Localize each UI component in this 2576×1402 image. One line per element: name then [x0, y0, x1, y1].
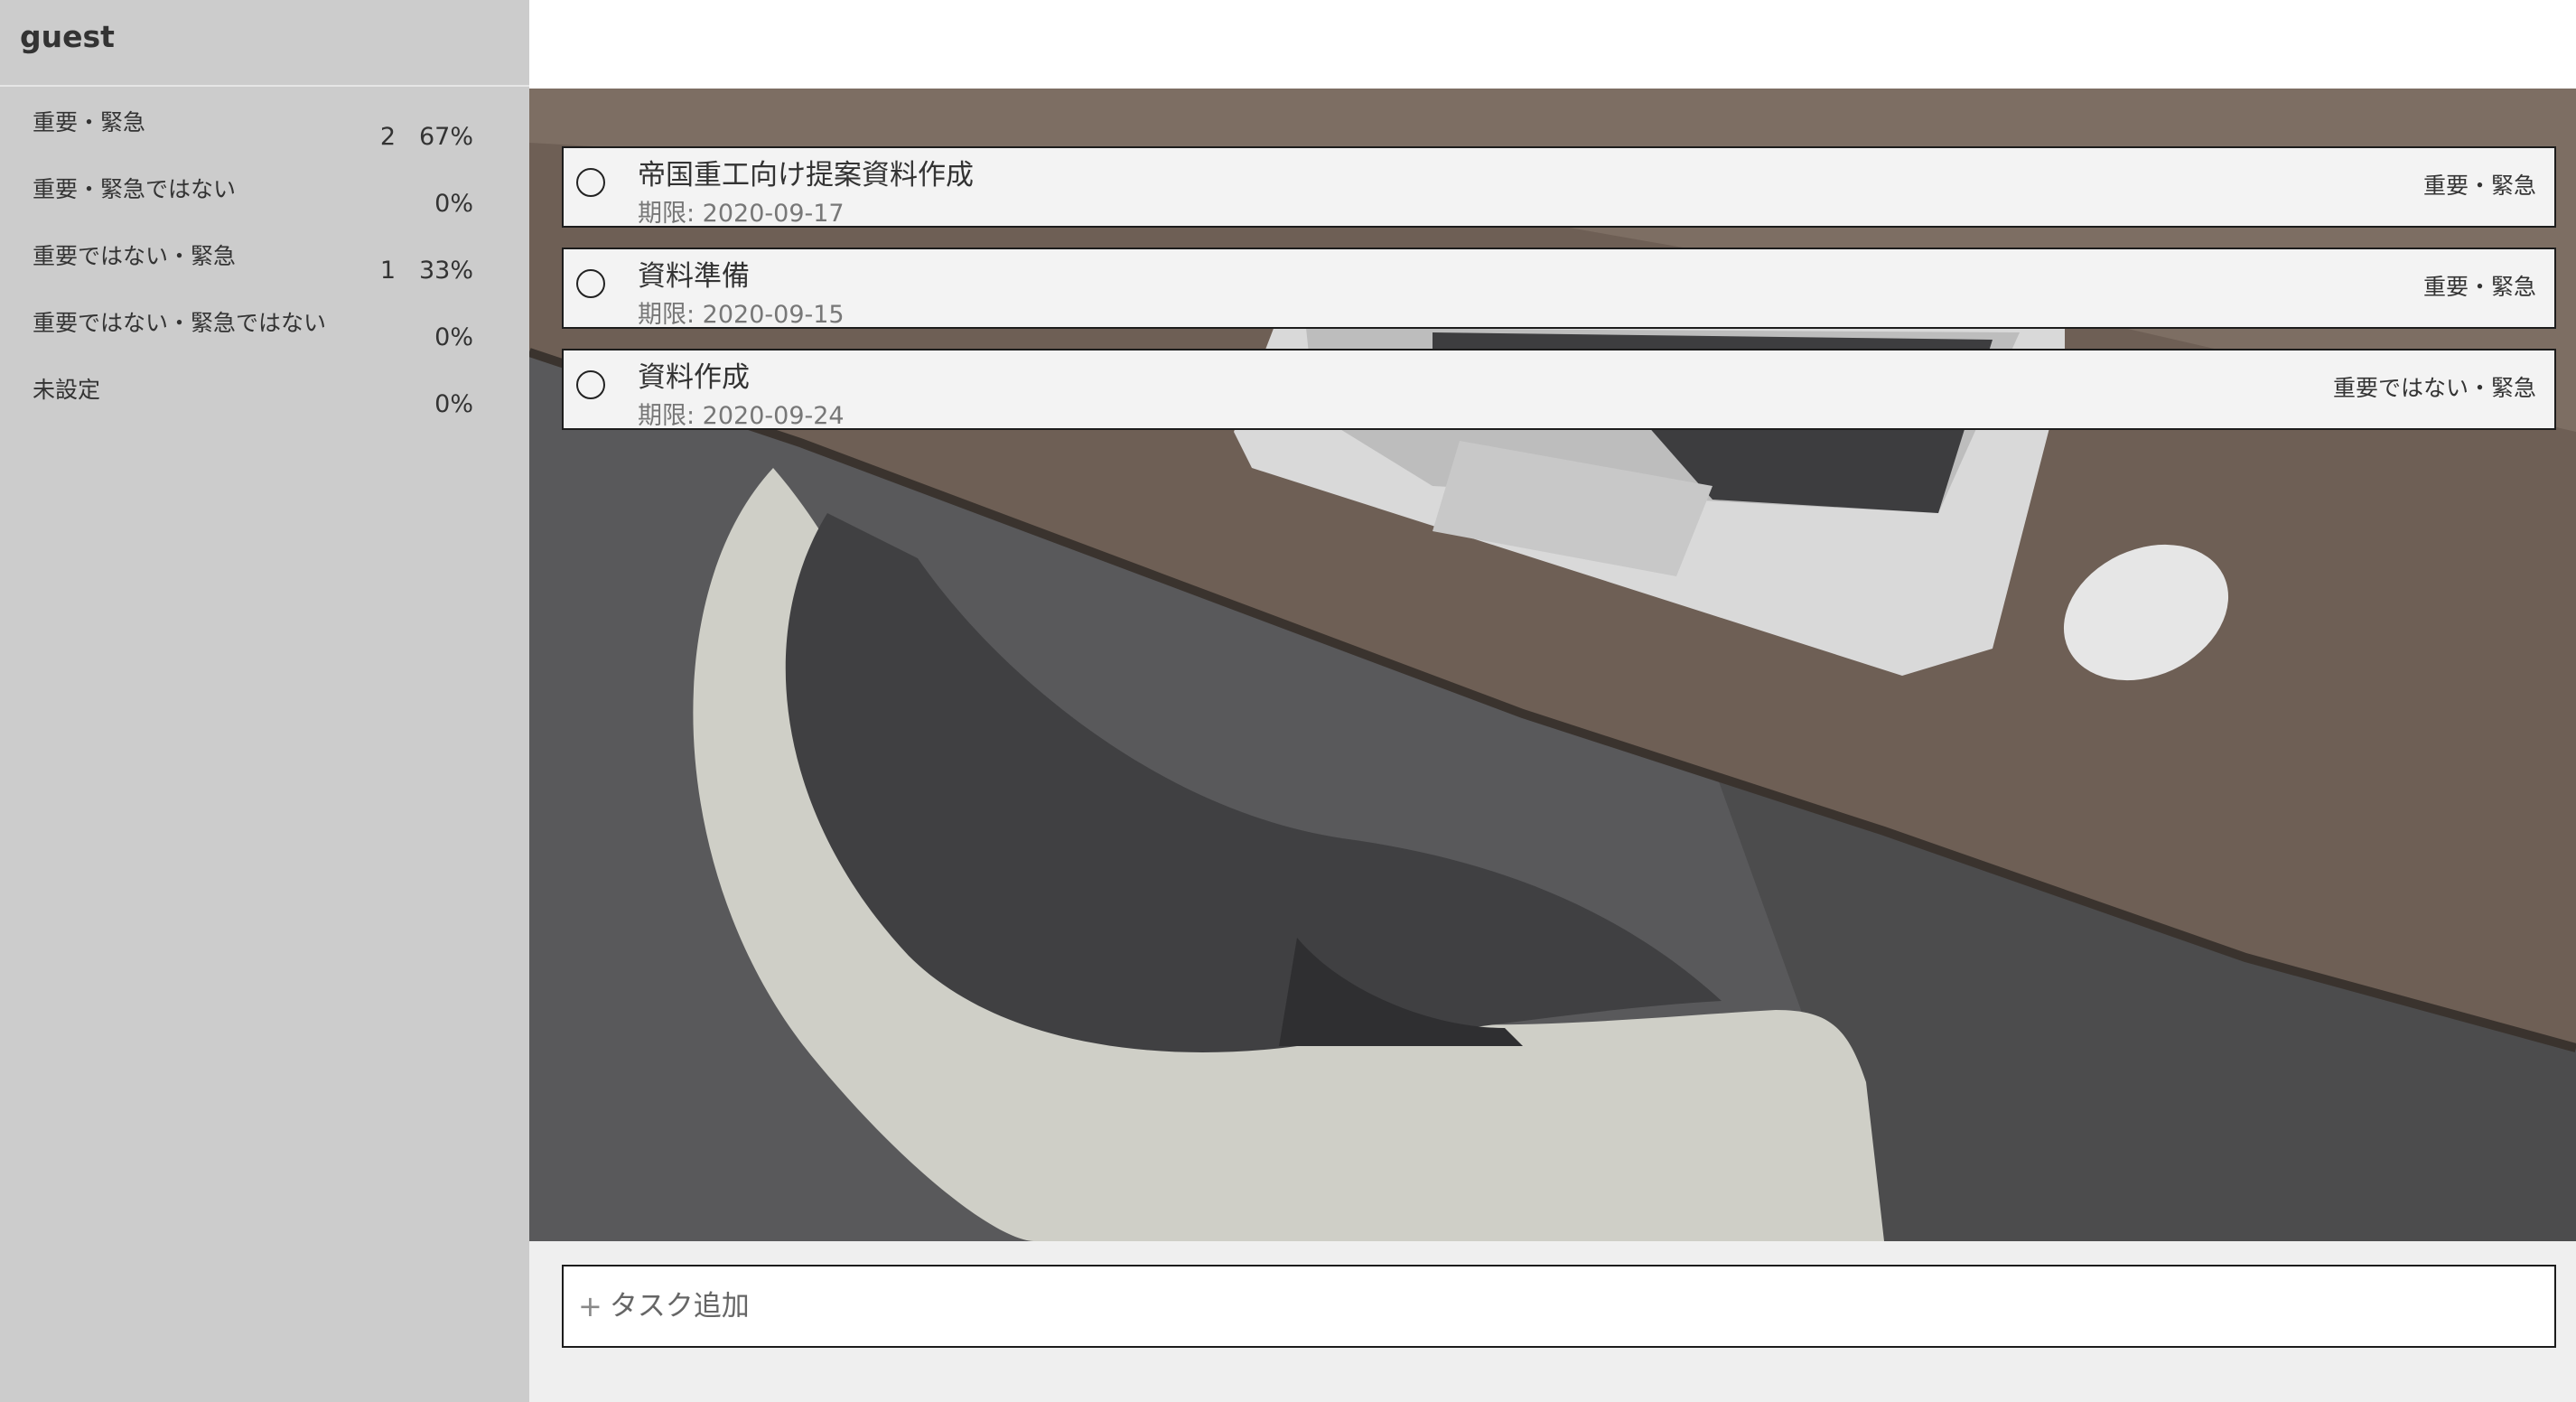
task-title: 資料作成: [638, 361, 750, 394]
task-item[interactable]: 帝国重工向け提案資料作成 期限: 2020-09-17 重要・緊急: [562, 146, 2556, 228]
task-item[interactable]: 資料準備 期限: 2020-09-15 重要・緊急: [562, 248, 2556, 329]
category-count: 2: [379, 123, 396, 151]
category-label: 重要・緊急ではない: [33, 176, 237, 202]
complete-checkbox[interactable]: [576, 370, 605, 399]
category-percent: 0%: [434, 323, 473, 351]
category-item-not-important-urgent[interactable]: 重要ではない・緊急 1 33%: [0, 220, 529, 287]
task-due-date: 期限: 2020-09-15: [638, 301, 845, 329]
top-bar: [529, 0, 2576, 89]
username[interactable]: guest: [20, 19, 115, 54]
task-priority: 重要・緊急: [2422, 274, 2536, 300]
footer: +: [529, 1241, 2576, 1402]
category-percent: 67%: [418, 123, 473, 151]
task-item[interactable]: 資料作成 期限: 2020-09-24 重要ではない・緊急: [562, 349, 2556, 430]
sidebar: guest 重要・緊急 2 67% 重要・緊急ではない 0% 重要ではない・緊急…: [0, 0, 529, 1402]
task-due-date: 期限: 2020-09-17: [638, 200, 845, 228]
category-item-important-urgent[interactable]: 重要・緊急 2 67%: [0, 87, 529, 154]
category-percent: 0%: [434, 390, 473, 418]
category-list: 重要・緊急 2 67% 重要・緊急ではない 0% 重要ではない・緊急 1 33%…: [0, 87, 529, 421]
task-list: 帝国重工向け提案資料作成 期限: 2020-09-17 重要・緊急 資料準備 期…: [562, 146, 2556, 450]
category-label: 重要ではない・緊急: [33, 243, 237, 269]
category-count: 1: [379, 257, 396, 285]
plus-icon[interactable]: +: [578, 1289, 602, 1323]
task-area: 帝国重工向け提案資料作成 期限: 2020-09-17 重要・緊急 資料準備 期…: [529, 89, 2576, 1241]
sidebar-header: guest: [0, 0, 529, 87]
category-label: 重要ではない・緊急ではない: [33, 310, 327, 336]
app-window: guest 重要・緊急 2 67% 重要・緊急ではない 0% 重要ではない・緊急…: [0, 0, 2576, 1402]
task-title: 帝国重工向け提案資料作成: [638, 159, 974, 192]
complete-checkbox[interactable]: [576, 168, 605, 197]
task-priority: 重要・緊急: [2422, 173, 2536, 199]
task-priority: 重要ではない・緊急: [2332, 375, 2536, 401]
category-percent: 0%: [434, 190, 473, 218]
category-label: 重要・緊急: [33, 109, 146, 136]
complete-checkbox[interactable]: [576, 269, 605, 298]
category-item-not-important-not-urgent[interactable]: 重要ではない・緊急ではない 0%: [0, 287, 529, 354]
category-percent: 33%: [418, 257, 473, 285]
category-item-unset[interactable]: 未設定 0%: [0, 354, 529, 421]
add-task-input[interactable]: [607, 1289, 2237, 1323]
task-due-date: 期限: 2020-09-24: [638, 402, 845, 430]
category-label: 未設定: [33, 377, 101, 403]
category-item-important-not-urgent[interactable]: 重要・緊急ではない 0%: [0, 154, 529, 220]
task-title: 資料準備: [638, 260, 750, 293]
add-task-field[interactable]: +: [562, 1265, 2556, 1348]
